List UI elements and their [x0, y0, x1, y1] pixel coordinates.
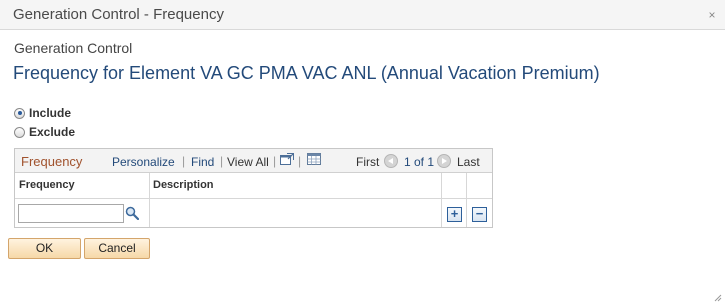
include-radio-option[interactable]: Include [14, 105, 71, 121]
personalize-link[interactable]: Personalize [112, 155, 175, 169]
grid-title: Frequency [21, 154, 83, 169]
column-header-frequency: Frequency [15, 173, 149, 199]
grid-toolbar: Frequency Personalize | Find | View All … [15, 149, 492, 173]
frequency-grid: Frequency Personalize | Find | View All … [14, 148, 493, 228]
dialog-titlebar: Generation Control - Frequency × [0, 0, 725, 30]
include-radio[interactable] [14, 107, 25, 119]
last-page-label[interactable]: Last [457, 155, 480, 169]
previous-page-icon[interactable] [384, 154, 398, 168]
find-link[interactable]: Find [191, 155, 214, 169]
column-header-description: Description [149, 173, 441, 199]
column-divider [441, 173, 442, 227]
dialog-title: Generation Control - Frequency [13, 6, 224, 23]
close-icon[interactable]: × [705, 8, 719, 22]
download-to-excel-icon[interactable] [307, 153, 321, 165]
page-title: Frequency for Element VA GC PMA VAC ANL … [13, 63, 600, 83]
resize-grip-icon[interactable] [712, 289, 722, 302]
toolbar-separator: | [273, 154, 277, 168]
column-header-add [441, 173, 466, 199]
include-label: Include [29, 106, 72, 120]
magnifier-icon[interactable] [125, 206, 140, 221]
exclude-label: Exclude [29, 125, 76, 139]
page-subtitle: Generation Control [14, 40, 133, 56]
first-page-label[interactable]: First [356, 155, 379, 169]
delete-row-button[interactable]: − [472, 207, 487, 222]
toolbar-separator: | [182, 154, 186, 168]
exclude-radio[interactable] [14, 126, 25, 138]
next-page-icon[interactable] [437, 154, 451, 168]
frequency-input[interactable] [18, 204, 124, 223]
cancel-button[interactable]: Cancel [84, 238, 150, 259]
view-all-link[interactable]: View All [227, 155, 269, 169]
toolbar-separator: | [220, 154, 224, 168]
add-row-button[interactable]: + [447, 207, 462, 222]
column-divider [466, 173, 467, 227]
page-range: 1 of 1 [404, 155, 435, 169]
exclude-radio-option[interactable]: Exclude [14, 124, 75, 140]
column-divider [149, 173, 150, 227]
ok-button[interactable]: OK [8, 238, 81, 259]
column-header-delete [466, 173, 492, 199]
new-window-icon[interactable] [280, 153, 294, 165]
toolbar-separator: | [298, 154, 302, 168]
